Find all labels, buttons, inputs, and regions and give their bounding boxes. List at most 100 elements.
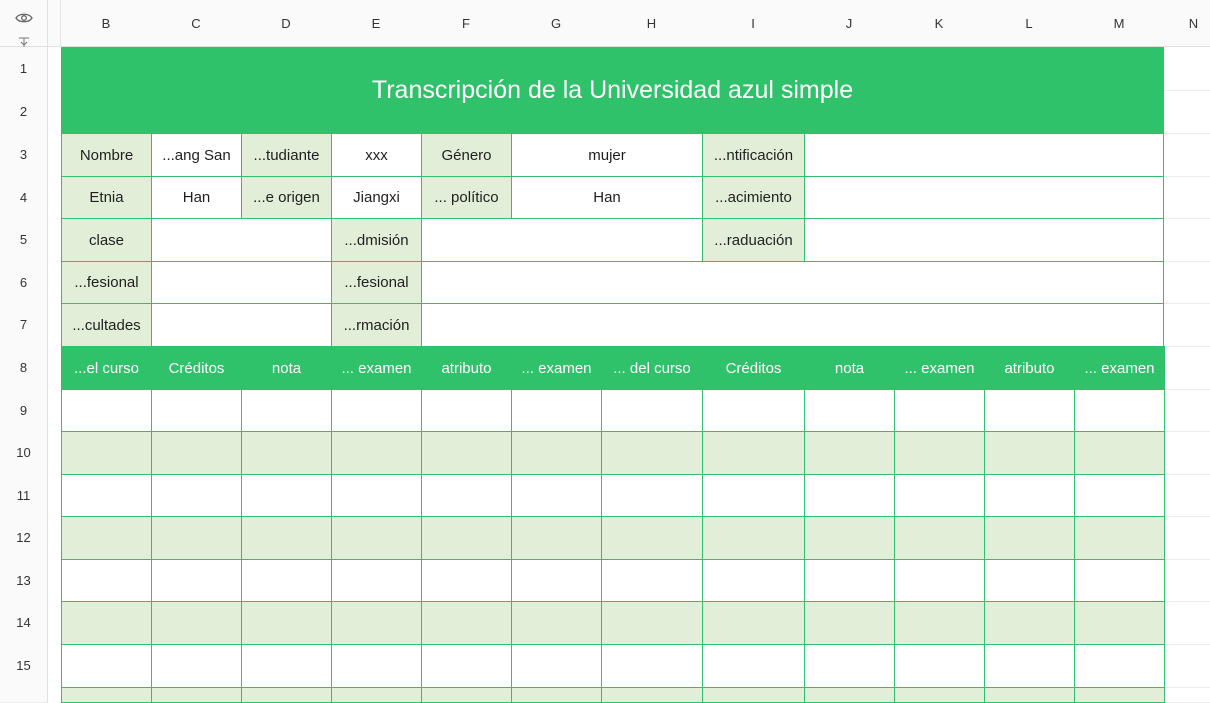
course-cell[interactable] <box>984 559 1075 602</box>
course-cell[interactable] <box>241 601 332 645</box>
label-etnia[interactable]: Etnia <box>61 176 152 219</box>
course-cell[interactable] <box>804 474 895 517</box>
course-cell[interactable] <box>421 601 512 645</box>
value-admision[interactable] <box>421 218 703 262</box>
course-header-cell[interactable]: ... examen <box>511 346 602 390</box>
course-cell[interactable] <box>601 516 703 560</box>
course-cell[interactable] <box>601 474 703 517</box>
course-cell[interactable] <box>61 601 152 645</box>
row-header-next[interactable] <box>0 687 48 703</box>
course-cell[interactable] <box>331 644 422 688</box>
course-cell[interactable] <box>601 431 703 475</box>
course-cell[interactable] <box>1074 389 1165 432</box>
column-header-n[interactable]: N <box>1164 0 1210 47</box>
value-nacimiento[interactable] <box>804 176 1164 219</box>
value-facultades[interactable] <box>151 303 332 347</box>
row-header-14[interactable]: 14 <box>0 601 48 645</box>
course-cell[interactable] <box>61 389 152 432</box>
course-cell[interactable] <box>61 644 152 688</box>
row-header-2[interactable]: 2 <box>0 90 48 134</box>
course-cell[interactable] <box>894 474 985 517</box>
course-header-cell[interactable]: ... examen <box>894 346 985 390</box>
column-header-e[interactable]: E <box>331 0 422 47</box>
label-identificacion[interactable]: ...ntificación <box>702 133 805 177</box>
course-cell[interactable] <box>331 559 422 602</box>
course-cell[interactable] <box>511 474 602 517</box>
course-cell[interactable] <box>151 601 242 645</box>
course-header-cell[interactable]: nota <box>804 346 895 390</box>
course-cell[interactable] <box>511 431 602 475</box>
column-header-j[interactable]: J <box>804 0 895 47</box>
course-cell[interactable] <box>61 431 152 475</box>
course-cell[interactable] <box>421 559 512 602</box>
course-cell[interactable] <box>894 431 985 475</box>
column-header-d[interactable]: D <box>241 0 332 47</box>
row-header-10[interactable]: 10 <box>0 431 48 475</box>
course-cell[interactable] <box>61 516 152 560</box>
course-header-cell[interactable]: nota <box>241 346 332 390</box>
course-cell[interactable] <box>241 389 332 432</box>
label-genero[interactable]: Género <box>421 133 512 177</box>
row-header-5[interactable]: 5 <box>0 218 48 262</box>
value-etnia[interactable]: Han <box>151 176 242 219</box>
course-cell[interactable] <box>804 687 895 703</box>
value-clase[interactable] <box>151 218 332 262</box>
column-header-a[interactable] <box>48 0 61 47</box>
row-header-4[interactable]: 4 <box>0 176 48 219</box>
course-cell[interactable] <box>331 516 422 560</box>
course-cell[interactable] <box>421 389 512 432</box>
course-cell[interactable] <box>702 559 805 602</box>
course-header-cell[interactable]: Créditos <box>702 346 805 390</box>
course-cell[interactable] <box>984 601 1075 645</box>
course-cell[interactable] <box>984 474 1075 517</box>
course-cell[interactable] <box>804 601 895 645</box>
course-cell[interactable] <box>511 687 602 703</box>
course-cell[interactable] <box>1074 474 1165 517</box>
course-cell[interactable] <box>1074 431 1165 475</box>
course-cell[interactable] <box>984 389 1075 432</box>
row-header-12[interactable]: 12 <box>0 516 48 560</box>
course-cell[interactable] <box>702 389 805 432</box>
course-cell[interactable] <box>421 516 512 560</box>
course-cell[interactable] <box>702 431 805 475</box>
course-cell[interactable] <box>984 431 1075 475</box>
course-cell[interactable] <box>702 601 805 645</box>
value-estudiante[interactable]: xxx <box>331 133 422 177</box>
row-header-7[interactable]: 7 <box>0 303 48 347</box>
course-cell[interactable] <box>1074 516 1165 560</box>
course-cell[interactable] <box>1074 559 1165 602</box>
course-cell[interactable] <box>894 389 985 432</box>
course-cell[interactable] <box>702 644 805 688</box>
course-cell[interactable] <box>984 687 1075 703</box>
course-cell[interactable] <box>804 559 895 602</box>
row-header-1[interactable]: 1 <box>0 47 48 91</box>
label-admision[interactable]: ...dmisión <box>331 218 422 262</box>
row-header-8[interactable]: 8 <box>0 346 48 390</box>
column-header-i[interactable]: I <box>702 0 805 47</box>
row-header-15[interactable]: 15 <box>0 644 48 688</box>
course-cell[interactable] <box>241 474 332 517</box>
row-header-3[interactable]: 3 <box>0 133 48 177</box>
sheet-title[interactable]: Transcripción de la Universidad azul sim… <box>61 47 1164 134</box>
row-header-6[interactable]: 6 <box>0 261 48 304</box>
course-cell[interactable] <box>984 644 1075 688</box>
course-cell[interactable] <box>151 644 242 688</box>
row-header-9[interactable]: 9 <box>0 389 48 432</box>
course-cell[interactable] <box>601 389 703 432</box>
label-facultades[interactable]: ...cultades <box>61 303 152 347</box>
label-graduacion[interactable]: ...raduación <box>702 218 805 262</box>
sheet-corner[interactable] <box>0 0 48 49</box>
course-cell[interactable] <box>421 644 512 688</box>
course-cell[interactable] <box>331 687 422 703</box>
eye-icon[interactable] <box>15 11 33 29</box>
course-cell[interactable] <box>61 687 152 703</box>
course-cell[interactable] <box>331 474 422 517</box>
course-cell[interactable] <box>894 687 985 703</box>
course-cell[interactable] <box>331 389 422 432</box>
course-cell[interactable] <box>984 516 1075 560</box>
course-cell[interactable] <box>1074 601 1165 645</box>
course-cell[interactable] <box>151 687 242 703</box>
course-cell[interactable] <box>511 389 602 432</box>
course-cell[interactable] <box>151 389 242 432</box>
label-clase[interactable]: clase <box>61 218 152 262</box>
